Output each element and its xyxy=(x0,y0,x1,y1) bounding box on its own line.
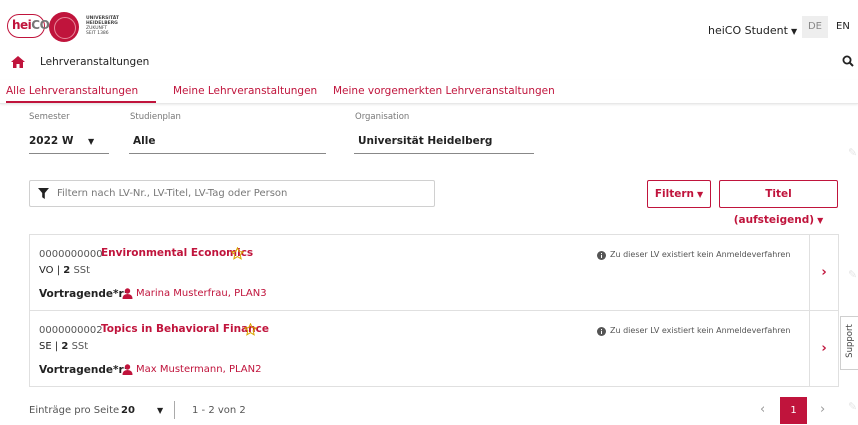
course-type: SE | 2 SSt xyxy=(39,341,89,352)
lecturer-label: Vortragende*r: xyxy=(39,364,128,376)
studienplan-underline xyxy=(129,153,326,154)
lecturer-label: Vortragende*r: xyxy=(39,288,128,300)
semester-label: Semester xyxy=(29,112,70,122)
lecturer-link[interactable]: Marina Musterfrau, PLAN3 xyxy=(136,288,267,299)
info-icon xyxy=(597,327,606,336)
course-filter-box[interactable] xyxy=(29,180,435,207)
caret-down-icon: ▼ xyxy=(697,190,704,199)
decorative-mark-icon: ✎ xyxy=(848,268,858,281)
info-icon xyxy=(597,251,606,260)
person-icon xyxy=(122,288,133,299)
breadcrumb: Lehrveranstaltungen xyxy=(0,50,858,74)
registration-info: Zu dieser LV existiert kein Anmeldeverfa… xyxy=(610,250,791,259)
registration-info: Zu dieser LV existiert kein Anmeldeverfa… xyxy=(610,326,791,335)
tab-bar: Alle Lehrveranstaltungen Meine Lehrveran… xyxy=(0,80,858,104)
tab-bookmarked-courses[interactable]: Meine vorgemerkten Lehrveranstaltungen xyxy=(333,85,555,97)
course-code: 0000000002 xyxy=(39,325,103,336)
semester-underline xyxy=(29,153,109,154)
course-code: 0000000000 xyxy=(39,249,103,260)
heico-logo[interactable]: heiCO xyxy=(7,14,50,38)
semester-caret-icon[interactable]: ▼ xyxy=(88,137,94,146)
language-en-button[interactable]: EN xyxy=(836,16,856,38)
organisation-select[interactable]: Universität Heidelberg xyxy=(358,135,492,147)
chevron-left-icon[interactable]: ‹ xyxy=(760,402,765,417)
semester-select[interactable]: 2022 W xyxy=(29,135,73,147)
chevron-right-icon[interactable]: › xyxy=(820,402,825,417)
caret-down-icon: ▼ xyxy=(790,27,798,36)
course-filter-input[interactable] xyxy=(57,184,427,203)
course-type: VO | 2 SSt xyxy=(39,265,91,276)
user-menu[interactable]: heiCO Student ▼ xyxy=(708,24,797,37)
per-page-select[interactable]: 20 xyxy=(121,405,135,416)
search-icon[interactable] xyxy=(842,55,854,67)
star-icon[interactable] xyxy=(244,323,257,336)
result-range: 1 - 2 von 2 xyxy=(192,405,246,416)
caret-down-icon: ▼ xyxy=(817,216,824,225)
per-page-label: Einträge pro Seite xyxy=(29,405,120,416)
language-de-button[interactable]: DE xyxy=(802,16,828,38)
chevron-right-icon[interactable]: › xyxy=(809,235,838,310)
organisation-label: Organisation xyxy=(355,112,410,122)
sort-button[interactable]: Titel (aufsteigend) ▼ xyxy=(719,180,838,226)
chevron-right-icon[interactable]: › xyxy=(809,311,838,386)
star-icon[interactable] xyxy=(231,247,244,260)
decorative-mark-icon: ✎ xyxy=(848,146,858,159)
caret-down-icon[interactable]: ▼ xyxy=(157,406,163,415)
university-wordmark: UNIVERSITÄT HEIDELBERG ZUKUNFT SEIT 1386 xyxy=(86,16,119,36)
person-icon xyxy=(122,364,133,375)
lecturer-link[interactable]: Max Mustermann, PLAN2 xyxy=(136,364,261,375)
tab-all-courses[interactable]: Alle Lehrveranstaltungen xyxy=(6,85,156,103)
support-tab[interactable]: Support xyxy=(840,316,858,370)
page-button-current[interactable]: 1 xyxy=(780,397,807,424)
university-seal-logo xyxy=(49,12,79,42)
tab-my-courses[interactable]: Meine Lehrveranstaltungen xyxy=(173,85,317,97)
home-icon[interactable] xyxy=(11,56,25,68)
top-header: heiCO UNIVERSITÄT HEIDELBERG ZUKUNFT SEI… xyxy=(0,0,858,50)
list-item: 0000000000 Environmental Economics VO | … xyxy=(30,235,838,311)
filter-button[interactable]: Filtern ▼ xyxy=(647,180,711,208)
studienplan-select[interactable]: Alle xyxy=(133,135,155,147)
divider xyxy=(174,401,175,419)
funnel-icon xyxy=(38,188,49,199)
list-item: 0000000002 Topics in Behavioral Finance … xyxy=(30,311,838,387)
decorative-mark-icon: ✎ xyxy=(848,400,858,413)
studienplan-label: Studienplan xyxy=(130,112,181,122)
course-list: 0000000000 Environmental Economics VO | … xyxy=(29,234,839,387)
page-title: Lehrveranstaltungen xyxy=(40,56,150,68)
organisation-underline xyxy=(354,153,534,154)
